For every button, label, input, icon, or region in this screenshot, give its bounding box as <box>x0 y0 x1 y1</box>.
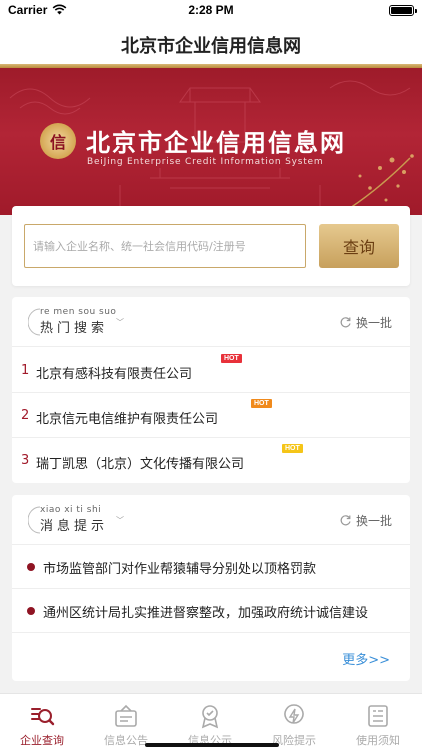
bullet-dot <box>27 563 35 571</box>
notice-refresh-button[interactable]: 换一批 <box>339 512 392 529</box>
lightning-icon <box>284 704 304 724</box>
hot-search-header: re men sou suo 热门搜索 ﹀ 换一批 <box>12 297 410 347</box>
tab-label: 企业查询 <box>20 734 64 747</box>
badge-icon <box>201 705 219 729</box>
clock: 2:28 PM <box>188 3 234 17</box>
hot-badge: HOT <box>221 354 242 363</box>
bulletin-icon <box>115 704 137 727</box>
notice-header: xiao xi ti shi 消息提示 ﹀ 换一批 <box>12 495 410 545</box>
rank-number: 1 <box>21 363 30 378</box>
rank-number: 3 <box>21 453 30 468</box>
banner-subtitle: BeiJing Enterprise Credit Information Sy… <box>87 157 324 167</box>
notice-title: 消息提示 <box>40 519 109 534</box>
notice-item[interactable]: 通州区统计局扎实推进督察整改，加强政府统计诚信建设 <box>12 589 410 633</box>
tab-bar: 企业查询 信息公告 信息公示 风险提示 使用须知 <box>0 693 422 750</box>
company-name: 北京有感科技有限责任公司 <box>36 367 193 382</box>
hero-banner: 信 北京市企业信用信息网 BeiJing Enterprise Credit I… <box>0 68 422 215</box>
notice-item[interactable]: 市场监管部门对作业帮猿辅导分别处以顶格罚款 <box>12 545 410 589</box>
hot-search-item[interactable]: 3 瑞丁凯思（北京）文化传播有限公司 HOT <box>12 438 410 483</box>
credit-seal-logo: 信 <box>40 123 76 159</box>
hot-search-item[interactable]: 1 北京有感科技有限责任公司 HOT <box>12 348 410 393</box>
banner-title: 北京市企业信用信息网 <box>86 129 346 157</box>
notice-text: 通州区统计局扎实推进督察整改，加强政府统计诚信建设 <box>43 606 369 621</box>
company-name: 瑞丁凯思（北京）文化传播有限公司 <box>36 457 245 472</box>
navigation-bar: 北京市企业信用信息网 <box>0 22 422 68</box>
notice-pinyin: xiao xi ti shi <box>40 505 102 515</box>
more-link[interactable]: 更多>> <box>342 649 390 668</box>
home-indicator <box>145 743 279 747</box>
search-list-icon <box>31 708 55 726</box>
refresh-icon <box>340 317 351 328</box>
hot-refresh-button[interactable]: 换一批 <box>339 314 392 331</box>
hot-badge: HOT <box>251 399 272 408</box>
company-name: 北京信元电信维护有限责任公司 <box>36 412 219 427</box>
notice-text: 市场监管部门对作业帮猿辅导分别处以顶格罚款 <box>43 562 317 577</box>
query-button[interactable]: 查询 <box>319 224 399 268</box>
chevron-down-icon: ﹀ <box>116 318 124 327</box>
rank-number: 2 <box>21 408 30 423</box>
tab-risk-warning[interactable]: 风险提示 <box>252 694 336 750</box>
hot-search-title: 热门搜索 <box>40 321 109 336</box>
tab-info-bulletin[interactable]: 信息公告 <box>84 694 168 750</box>
hot-search-card: re men sou suo 热门搜索 ﹀ 换一批 1 北京有感科技有限责任公司… <box>12 297 410 483</box>
page-title: 北京市企业信用信息网 <box>121 36 301 57</box>
notice-card: xiao xi ti shi 消息提示 ﹀ 换一批 市场监管部门对作业帮猿辅导分… <box>12 495 410 681</box>
hot-refresh-label: 换一批 <box>355 316 392 330</box>
hot-badge: HOT <box>282 444 303 453</box>
chevron-down-icon: ﹀ <box>116 516 124 525</box>
bullet-dot <box>27 607 35 615</box>
tab-usage-notes[interactable]: 使用须知 <box>336 694 420 750</box>
refresh-icon <box>340 515 351 526</box>
notice-refresh-label: 换一批 <box>355 514 392 528</box>
status-bar: Carrier 2:28 PM <box>0 0 422 22</box>
hot-search-item[interactable]: 2 北京信元电信维护有限责任公司 HOT <box>12 393 410 438</box>
tab-info-disclosure[interactable]: 信息公示 <box>168 694 252 750</box>
document-icon <box>368 705 388 727</box>
search-panel: 查询 <box>12 206 410 286</box>
tab-label: 使用须知 <box>356 734 400 747</box>
hot-search-pinyin: re men sou suo <box>40 307 117 317</box>
search-input[interactable] <box>24 224 306 268</box>
battery-icon <box>389 5 417 16</box>
tab-enterprise-query[interactable]: 企业查询 <box>0 694 84 750</box>
